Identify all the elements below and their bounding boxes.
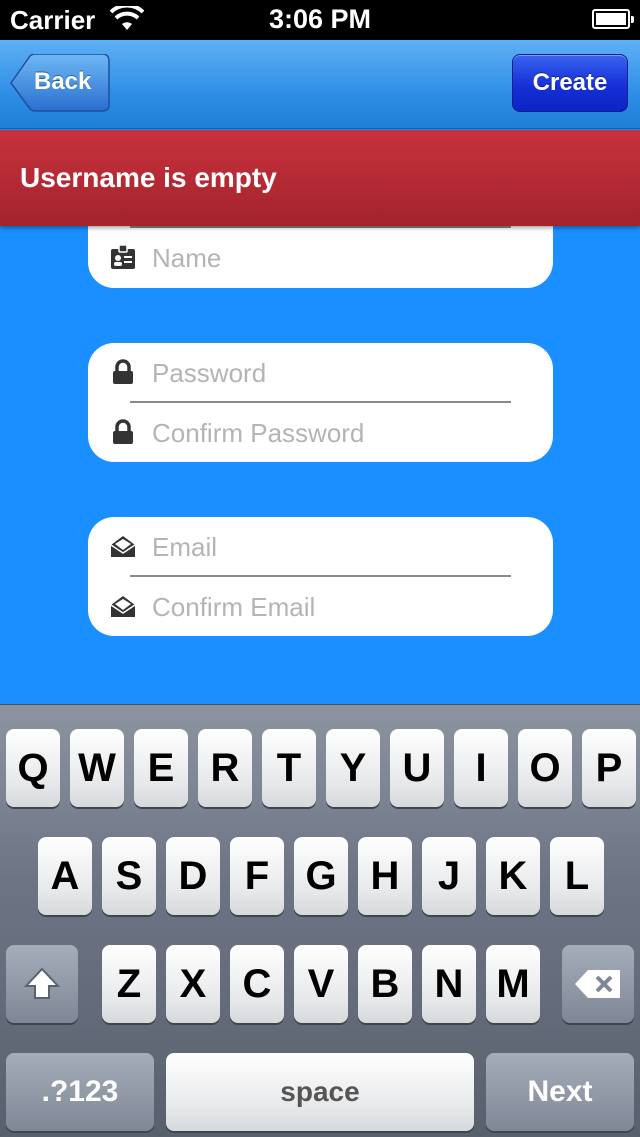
- key-w[interactable]: W: [70, 729, 124, 807]
- confirm-password-field[interactable]: [152, 413, 532, 453]
- error-banner: Username is empty: [0, 130, 640, 226]
- back-button[interactable]: Back: [10, 54, 110, 112]
- name-field[interactable]: [152, 238, 532, 278]
- key-h[interactable]: H: [358, 837, 412, 915]
- password-group: [88, 343, 553, 462]
- key-q[interactable]: Q: [6, 729, 60, 807]
- confirm-password-row[interactable]: [88, 403, 553, 463]
- key-g[interactable]: G: [294, 837, 348, 915]
- key-i[interactable]: I: [454, 729, 508, 807]
- delete-key[interactable]: [562, 945, 634, 1023]
- password-field[interactable]: [152, 353, 532, 393]
- email-row[interactable]: [88, 517, 553, 577]
- key-n[interactable]: N: [422, 945, 476, 1023]
- key-f[interactable]: F: [230, 837, 284, 915]
- envelope-icon: [110, 596, 136, 617]
- key-b[interactable]: B: [358, 945, 412, 1023]
- clock-label: 3:06 PM: [268, 4, 372, 34]
- key-a[interactable]: A: [38, 837, 92, 915]
- key-o[interactable]: O: [518, 729, 572, 807]
- confirm-email-field[interactable]: [152, 587, 532, 627]
- name-row[interactable]: [88, 228, 553, 288]
- key-e[interactable]: E: [134, 729, 188, 807]
- key-k[interactable]: K: [486, 837, 540, 915]
- navigation-bar: Back Create: [0, 40, 640, 129]
- key-j[interactable]: J: [422, 837, 476, 915]
- battery-icon: [592, 9, 634, 29]
- key-r[interactable]: R: [198, 729, 252, 807]
- back-button-label: Back: [34, 68, 92, 95]
- key-v[interactable]: V: [294, 945, 348, 1023]
- key-m[interactable]: M: [486, 945, 540, 1023]
- lock-icon: [113, 359, 133, 384]
- create-button[interactable]: Create: [512, 54, 628, 112]
- space-key[interactable]: space: [166, 1053, 474, 1131]
- id-card-icon: [111, 244, 135, 269]
- key-s[interactable]: S: [102, 837, 156, 915]
- key-d[interactable]: D: [166, 837, 220, 915]
- envelope-icon: [110, 536, 136, 557]
- email-field[interactable]: [152, 527, 532, 567]
- password-row[interactable]: [88, 343, 553, 403]
- confirm-email-row[interactable]: [88, 577, 553, 637]
- key-z[interactable]: Z: [102, 945, 156, 1023]
- numbers-key[interactable]: .?123: [6, 1053, 154, 1131]
- keyboard: Q W E R T Y U I O P A S D F G H J K L Z …: [0, 704, 640, 1137]
- backspace-icon: [575, 970, 620, 998]
- shift-key[interactable]: [6, 945, 78, 1023]
- next-key[interactable]: Next: [486, 1053, 634, 1131]
- error-message: Username is empty: [20, 162, 277, 193]
- key-p[interactable]: P: [582, 729, 636, 807]
- status-bar: Carrier 3:06 PM: [0, 0, 640, 40]
- key-x[interactable]: X: [166, 945, 220, 1023]
- shift-icon: [23, 967, 61, 999]
- key-u[interactable]: U: [390, 729, 444, 807]
- key-c[interactable]: C: [230, 945, 284, 1023]
- email-group: [88, 517, 553, 636]
- lock-icon: [113, 419, 133, 444]
- key-l[interactable]: L: [550, 837, 604, 915]
- key-y[interactable]: Y: [326, 729, 380, 807]
- key-t[interactable]: T: [262, 729, 316, 807]
